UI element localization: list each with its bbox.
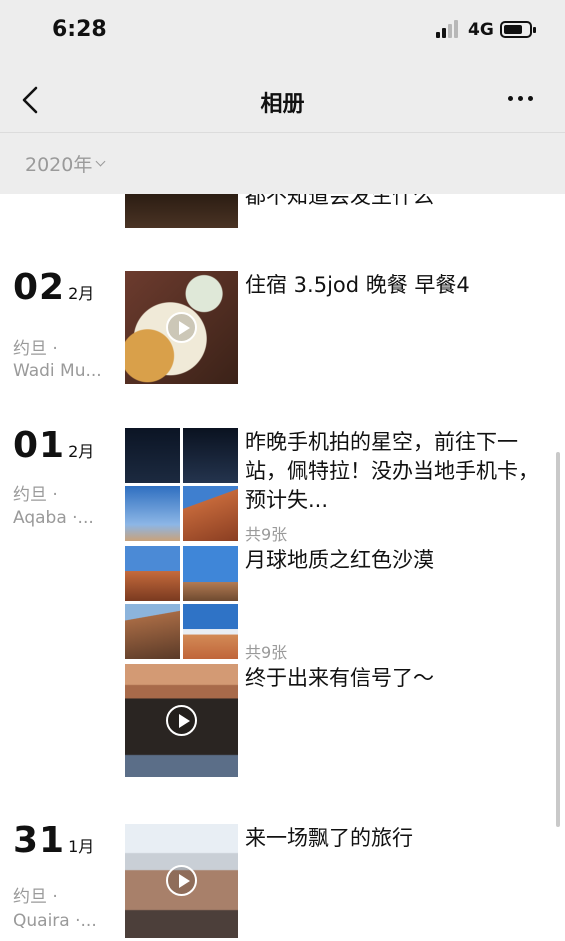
- photo-thumbnail: [183, 604, 238, 659]
- page-title: 相册: [260, 92, 305, 117]
- entry-date: 31 1月: [13, 823, 94, 859]
- divider: [0, 132, 565, 133]
- post-caption: 来一场飘了的旅行: [245, 826, 413, 850]
- post-caption: 月球地质之红色沙漠: [245, 548, 434, 572]
- entry-month: 1月: [68, 837, 95, 856]
- signal-icon: [436, 20, 462, 38]
- video-thumbnail[interactable]: [125, 271, 238, 384]
- post-caption: 住宿 3.5jod 晚餐 早餐4: [245, 273, 470, 297]
- entry-day: 01: [13, 425, 66, 466]
- entry-date: 02 2月: [13, 270, 94, 306]
- photo-thumbnail: [183, 486, 238, 541]
- more-dots-icon: [508, 96, 513, 101]
- photo-thumbnail: [183, 428, 238, 483]
- play-icon: [166, 865, 197, 896]
- entry-location-line1: 约旦 ·: [13, 339, 58, 359]
- status-time: 6:28: [52, 17, 107, 42]
- video-thumbnail[interactable]: [125, 824, 238, 938]
- nav-bar: 相册: [0, 66, 565, 132]
- chevron-down-icon: [95, 156, 106, 167]
- post-caption: 终于出来有信号了～: [245, 666, 434, 690]
- entry-date: 01 2月: [13, 428, 94, 464]
- photo-thumbnail: [125, 486, 180, 541]
- entry-location-line2: Aqaba ·...: [13, 508, 94, 528]
- battery-icon: [500, 21, 536, 38]
- photo-grid[interactable]: [125, 428, 238, 541]
- year-label: 2020年: [25, 154, 93, 176]
- photo-thumbnail: [125, 428, 180, 483]
- photo-grid[interactable]: [125, 546, 238, 659]
- more-button[interactable]: [508, 96, 533, 101]
- photo-count: 共9张: [245, 525, 288, 544]
- network-type: 4G: [468, 20, 494, 40]
- photo-thumbnail: [183, 546, 238, 601]
- entry-location-line1: 约旦 ·: [13, 887, 58, 907]
- entry-day: 02: [13, 267, 66, 308]
- year-filter[interactable]: 2020年: [25, 150, 106, 177]
- play-icon: [166, 705, 197, 736]
- entry-location-line2: Wadi Mu...: [13, 361, 102, 381]
- status-bar: 6:28 4G: [0, 0, 565, 60]
- entry-month: 2月: [68, 442, 95, 461]
- entry-location-line2: Quaira ·...: [13, 911, 97, 931]
- photo-count: 共9张: [245, 643, 288, 662]
- photo-thumbnail: [125, 604, 180, 659]
- video-thumbnail[interactable]: [125, 664, 238, 777]
- play-icon: [166, 312, 197, 343]
- entry-month: 2月: [68, 284, 95, 303]
- scrollbar[interactable]: [556, 452, 560, 827]
- entry-day: 31: [13, 820, 66, 861]
- post-caption: 昨晚手机拍的星空，前往下一站，佩特拉！没办当地手机卡，预计失...: [245, 430, 539, 512]
- photo-thumbnail: [125, 546, 180, 601]
- app-header: 6:28 4G 相册 2020年: [0, 0, 565, 194]
- entry-location-line1: 约旦 ·: [13, 485, 58, 505]
